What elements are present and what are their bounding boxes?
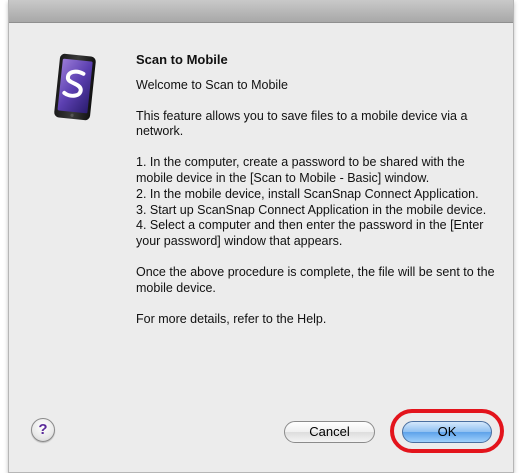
scan-to-mobile-tablet-icon [54, 53, 96, 121]
window-titlebar[interactable] [9, 0, 513, 23]
welcome-text: Welcome to Scan to Mobile [136, 77, 288, 92]
ok-highlight-annotation [390, 409, 504, 453]
cancel-button[interactable]: Cancel [284, 421, 375, 443]
dialog-content: Scan to Mobile Welcome to Scan to Mobile… [136, 52, 496, 327]
step-4: 4. Select a computer and then enter the … [136, 218, 484, 249]
steps-list: 1. In the computer, create a password to… [136, 155, 496, 250]
help-icon: ? [38, 421, 48, 438]
step-2: 2. In the mobile device, install ScanSna… [136, 186, 479, 201]
help-button[interactable]: ? [31, 418, 55, 442]
help-text: For more details, refer to the Help. [136, 311, 327, 326]
dialog-title: Scan to Mobile [136, 52, 228, 67]
step-1: 1. In the computer, create a password to… [136, 155, 465, 185]
completion-text: Once the above procedure is complete, th… [136, 264, 495, 295]
intro-text: This feature allows you to save files to… [136, 108, 468, 139]
dialog-window: Scan to Mobile Welcome to Scan to Mobile… [8, 0, 514, 473]
step-3: 3. Start up ScanSnap Connect Application… [136, 202, 487, 217]
